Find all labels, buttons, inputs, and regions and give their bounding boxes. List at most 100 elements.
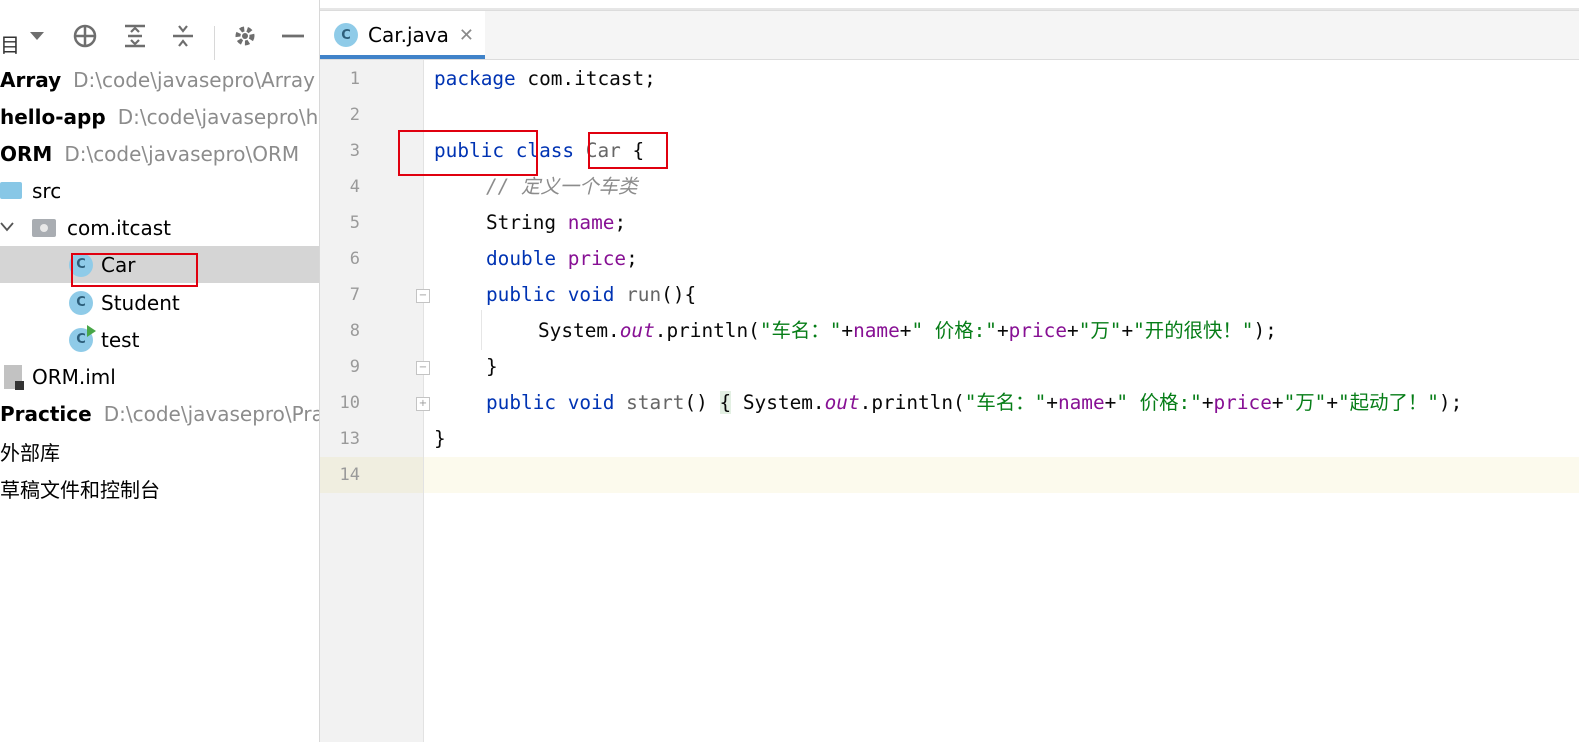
field-token: name bbox=[853, 319, 900, 342]
line-number: 14 bbox=[339, 465, 360, 485]
line-number: 7 bbox=[349, 285, 360, 305]
code-token: + bbox=[841, 319, 854, 342]
tree-item-practice[interactable]: Practice D:\code\javasepro\Practice bbox=[0, 395, 319, 432]
project-path: D:\code\javasepro\ORM bbox=[64, 141, 300, 166]
tree-item-label: src bbox=[32, 178, 62, 203]
project-name: ORM bbox=[0, 141, 53, 166]
field-token: price bbox=[567, 247, 627, 270]
method-name-token: start bbox=[626, 391, 685, 414]
field-token: name bbox=[567, 211, 615, 234]
line-number: 13 bbox=[339, 429, 360, 449]
tree-item-com-itcast[interactable]: com.itcast bbox=[0, 209, 319, 246]
string-token: "起动了！" bbox=[1338, 391, 1439, 414]
line-number: 8 bbox=[349, 321, 360, 341]
code-token: public void bbox=[486, 391, 615, 414]
tree-item-hello-app[interactable]: hello-app D:\code\javasepro\hello-app bbox=[0, 98, 319, 135]
code-line-5[interactable]: String name; bbox=[486, 205, 626, 241]
code-token: + bbox=[1271, 391, 1284, 414]
tree-item-external-libraries[interactable]: 外部库 bbox=[0, 433, 319, 470]
tree-item-label: Student bbox=[101, 290, 180, 315]
code-token: System. bbox=[731, 391, 825, 414]
collapse-all-icon[interactable] bbox=[170, 23, 196, 49]
project-path: D:\code\javasepro\Practice bbox=[103, 401, 319, 426]
code-token: com.itcast; bbox=[515, 67, 656, 90]
tab-car-java[interactable]: C Car.java ✕ bbox=[320, 11, 485, 59]
code-line-8[interactable]: System.out.println("车名："+name+" 价格:"+pri… bbox=[538, 313, 1277, 349]
annotation-box bbox=[588, 132, 668, 169]
code-token: + bbox=[1121, 319, 1134, 342]
gear-icon[interactable] bbox=[232, 23, 258, 49]
tree-item-label: 草稿文件和控制台 bbox=[0, 478, 160, 502]
minimize-icon[interactable] bbox=[280, 23, 306, 49]
code-token: + bbox=[1104, 391, 1117, 414]
panel-title-partial: 目 bbox=[0, 33, 20, 57]
project-name: Practice bbox=[0, 401, 92, 426]
code-token: String bbox=[486, 211, 557, 234]
code-token: ; bbox=[626, 247, 638, 270]
field-token: name bbox=[1057, 391, 1105, 414]
tree-item-student[interactable]: C Student bbox=[0, 284, 319, 321]
string-token: "万" bbox=[1078, 319, 1122, 342]
fold-marker-icon[interactable]: − bbox=[416, 289, 430, 303]
code-token: out bbox=[619, 319, 655, 342]
code-line-7[interactable]: public void run(){ bbox=[486, 277, 696, 313]
tree-item-orm-iml[interactable]: ORM.iml bbox=[0, 358, 319, 395]
close-icon[interactable]: ✕ bbox=[459, 25, 474, 46]
project-name: Array bbox=[0, 67, 62, 92]
string-token: "开的很快！" bbox=[1133, 319, 1254, 342]
tree-item-array[interactable]: Array D:\code\javasepro\Array bbox=[0, 61, 319, 98]
run-marker-icon bbox=[87, 324, 96, 337]
string-token: "万" bbox=[1283, 391, 1327, 414]
class-icon: C bbox=[334, 23, 358, 47]
code-token: .println( bbox=[859, 391, 965, 414]
class-icon: C bbox=[69, 290, 93, 315]
code-token: + bbox=[996, 319, 1009, 342]
code-token: + bbox=[899, 319, 912, 342]
line-number: 3 bbox=[349, 141, 360, 161]
tree-item-orm[interactable]: ORM D:\code\javasepro\ORM bbox=[0, 135, 319, 172]
string-token: "车名：" bbox=[759, 319, 842, 342]
package-icon bbox=[32, 218, 56, 237]
line-number: 10 bbox=[339, 393, 360, 413]
code-token: () bbox=[684, 391, 720, 414]
code-token: .println( bbox=[654, 319, 760, 342]
code-token: + bbox=[1067, 319, 1079, 342]
code-token: out bbox=[824, 391, 860, 414]
line-number: 1 bbox=[349, 69, 360, 89]
code-token: System. bbox=[538, 319, 620, 342]
folded-region-brace[interactable]: { bbox=[719, 391, 732, 414]
tree-item-label: com.itcast bbox=[67, 215, 171, 240]
fold-marker-icon[interactable]: − bbox=[416, 361, 430, 375]
method-name-token: run bbox=[626, 283, 662, 306]
code-line-9[interactable]: } bbox=[486, 349, 498, 385]
expand-all-icon[interactable] bbox=[122, 23, 148, 49]
tab-label: Car.java bbox=[368, 23, 449, 47]
annotation-box bbox=[71, 253, 198, 287]
chevron-down-icon[interactable] bbox=[0, 220, 14, 236]
locate-icon[interactable] bbox=[72, 23, 98, 49]
indent-guide bbox=[481, 310, 482, 350]
code-token: (){ bbox=[661, 283, 697, 306]
project-toolbar: 目 bbox=[0, 10, 319, 60]
tree-item-scratches[interactable]: 草稿文件和控制台 bbox=[0, 470, 319, 507]
code-line-13[interactable]: } bbox=[434, 421, 446, 457]
active-tab-indicator bbox=[320, 55, 485, 59]
tree-item-src[interactable]: src bbox=[0, 172, 319, 209]
code-token: ); bbox=[1253, 319, 1277, 342]
project-path: D:\code\javasepro\Array bbox=[73, 67, 315, 92]
fold-expand-icon[interactable]: + bbox=[416, 397, 430, 411]
code-line-6[interactable]: double price; bbox=[486, 241, 638, 277]
line-number: 6 bbox=[349, 249, 360, 269]
project-panel: 目 Array D:\code\javasepro\Array hello-ap… bbox=[0, 0, 319, 742]
tree-item-label: 外部库 bbox=[0, 441, 60, 465]
string-token: " 价格:" bbox=[911, 319, 997, 342]
line-number: 9 bbox=[349, 357, 360, 377]
dropdown-arrow-icon[interactable] bbox=[24, 23, 50, 49]
tree-item-test[interactable]: C test bbox=[0, 321, 319, 358]
field-token: price bbox=[1213, 391, 1272, 414]
code-line-10[interactable]: public void start() { System.out.println… bbox=[486, 385, 1579, 421]
code-line-1[interactable]: package com.itcast; bbox=[434, 61, 656, 97]
code-token: package bbox=[434, 67, 516, 90]
project-path: D:\code\javasepro\hello-app bbox=[117, 104, 319, 129]
tree-item-label: test bbox=[101, 327, 140, 352]
